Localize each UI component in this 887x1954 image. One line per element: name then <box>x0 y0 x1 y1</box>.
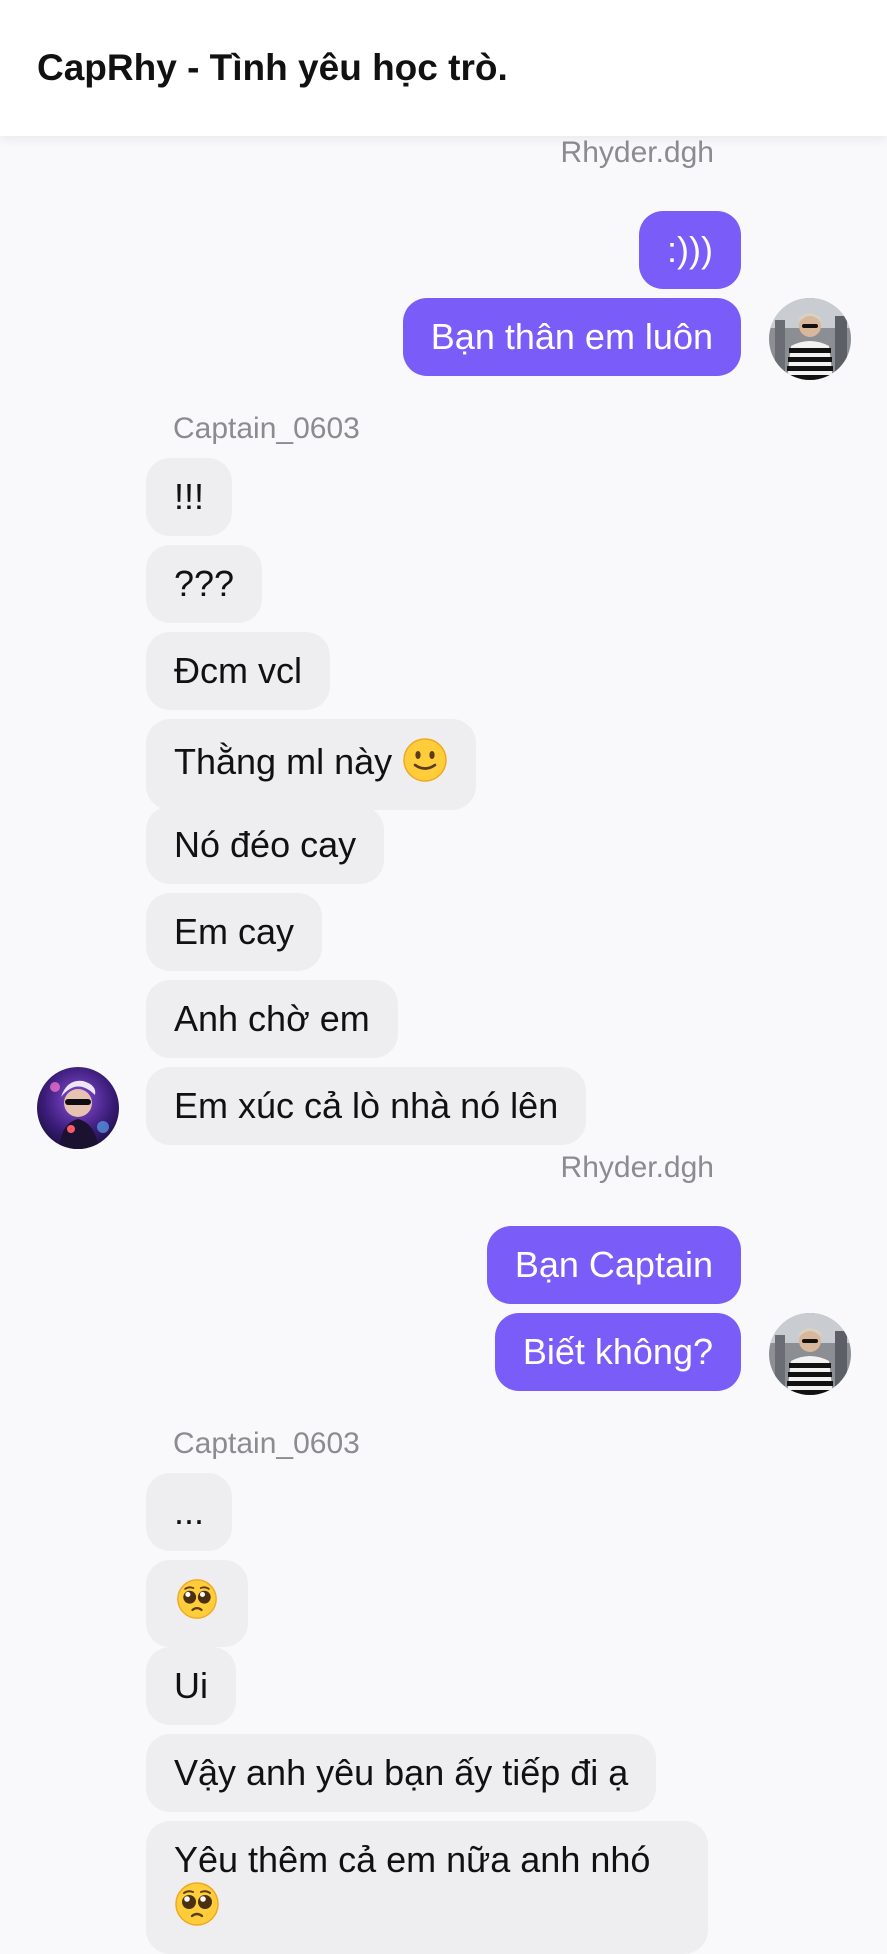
avatar-captain[interactable] <box>37 1067 119 1149</box>
avatar-rhyder-image <box>769 298 851 380</box>
message-bubble-incoming[interactable]: Em xúc cả lò nhà nó lên <box>146 1067 587 1145</box>
message-bubble-incoming[interactable]: Thằng ml này <box>146 719 477 810</box>
chat-header: CapRhy - Tình yêu học trò. <box>0 0 887 136</box>
sender-name: Captain_0603 <box>173 412 360 445</box>
message-text: Thằng ml này <box>174 741 393 783</box>
message-bubble-outgoing[interactable]: Bạn thân em luôn <box>402 298 741 376</box>
message-text: Yêu thêm cả em nữa anh nhó <box>174 1839 651 1880</box>
pleading-face-icon <box>174 1578 220 1629</box>
slightly-smiling-face-icon <box>402 737 448 792</box>
message-bubble-incoming[interactable] <box>146 1560 248 1647</box>
message-bubble-incoming[interactable]: Nó đéo cay <box>146 806 385 884</box>
message-bubble-incoming[interactable]: Đcm vcl <box>146 632 330 710</box>
message-bubble-outgoing[interactable]: Bạn Captain <box>486 1226 741 1304</box>
avatar-captain-image <box>37 1067 119 1149</box>
message-bubble-incoming[interactable]: Ui <box>146 1647 236 1725</box>
message-bubble-incoming[interactable]: Anh chờ em <box>146 980 398 1058</box>
avatar-rhyder-image <box>769 1313 851 1395</box>
message-bubble-outgoing[interactable]: Biết không? <box>494 1313 741 1391</box>
avatar-rhyder[interactable] <box>769 298 851 380</box>
message-bubble-incoming[interactable]: Vậy anh yêu bạn ấy tiếp đi ạ <box>146 1734 657 1812</box>
message-bubble-incoming[interactable]: Em cay <box>146 893 323 971</box>
chat-title: CapRhy - Tình yêu học trò. <box>37 47 508 88</box>
sender-name: Captain_0603 <box>173 1427 360 1460</box>
message-bubble-outgoing[interactable]: :))) <box>639 211 741 289</box>
sender-name: Rhyder.dgh <box>560 136 714 169</box>
message-bubble-incoming[interactable]: Yêu thêm cả em nữa anh nhó <box>146 1821 708 1954</box>
message-bubble-incoming[interactable]: ... <box>146 1473 233 1551</box>
message-bubble-incoming[interactable]: !!! <box>146 458 233 536</box>
avatar-rhyder[interactable] <box>769 1313 851 1395</box>
pleading-face-icon <box>174 1881 220 1936</box>
message-bubble-incoming[interactable]: ??? <box>146 545 263 623</box>
sender-name: Rhyder.dgh <box>560 1151 714 1184</box>
message-thread[interactable]: Rhyder.dgh :))) Bạn thân em luôn Captain… <box>0 136 887 1954</box>
